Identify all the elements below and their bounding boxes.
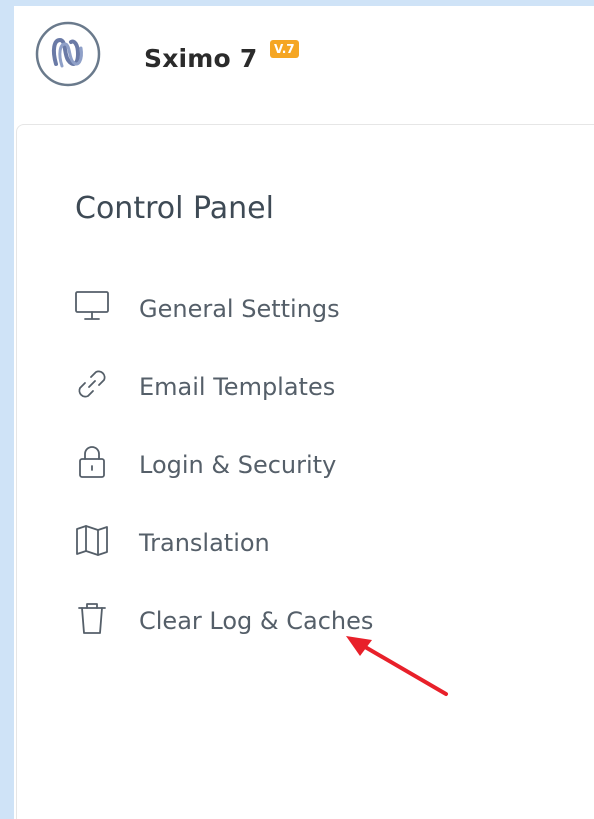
lock-icon bbox=[73, 443, 111, 481]
menu-item-label: Login & Security bbox=[139, 451, 337, 479]
menu-item-clear-log-caches[interactable]: Clear Log & Caches bbox=[73, 597, 493, 675]
menu-item-email-templates[interactable]: Email Templates bbox=[73, 363, 493, 441]
page-title: Control Panel bbox=[75, 191, 274, 226]
control-panel: Control Panel General Settings Email Tem… bbox=[16, 124, 594, 819]
menu-item-general-settings[interactable]: General Settings bbox=[73, 285, 493, 363]
control-panel-menu: General Settings Email Templates Login &… bbox=[73, 285, 493, 675]
trash-icon bbox=[73, 599, 111, 637]
app-name: Sximo 7 bbox=[144, 44, 258, 73]
menu-item-label: Email Templates bbox=[139, 373, 336, 401]
menu-item-label: Translation bbox=[139, 529, 270, 557]
app-header: Sximo 7 V.7 bbox=[14, 6, 594, 124]
map-icon bbox=[73, 521, 111, 559]
menu-item-label: Clear Log & Caches bbox=[139, 607, 374, 635]
version-badge: V.7 bbox=[270, 40, 299, 58]
link-icon bbox=[73, 365, 111, 403]
menu-item-login-security[interactable]: Login & Security bbox=[73, 441, 493, 519]
menu-item-translation[interactable]: Translation bbox=[73, 519, 493, 597]
monitor-icon bbox=[73, 287, 111, 325]
menu-item-label: General Settings bbox=[139, 295, 340, 323]
sximo-logo-icon[interactable] bbox=[34, 20, 102, 88]
